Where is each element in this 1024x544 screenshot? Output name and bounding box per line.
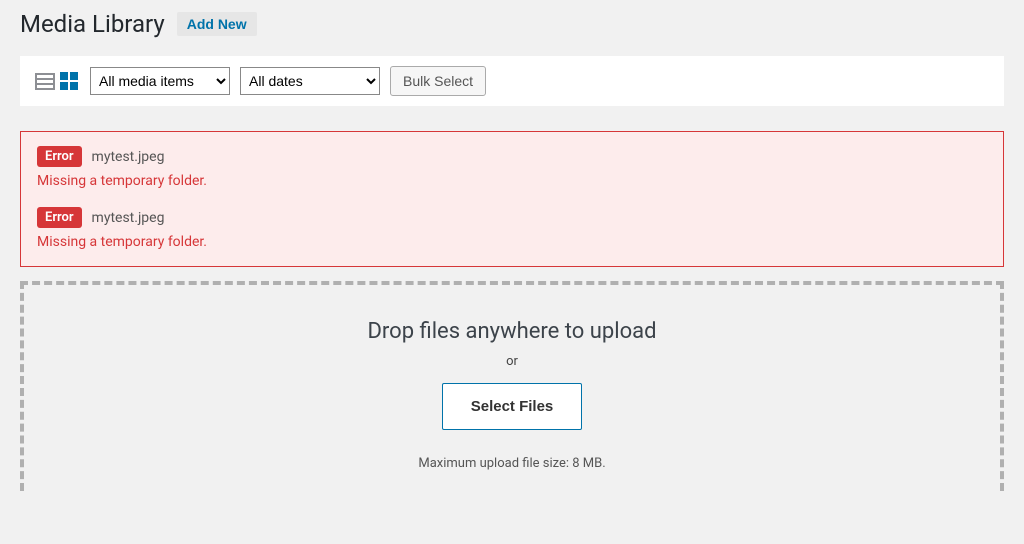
page-header: Media Library Add New	[20, 10, 1004, 38]
view-toggle	[34, 70, 80, 92]
upload-dropzone[interactable]: Drop files anywhere to upload or Select …	[20, 281, 1004, 491]
error-badge: Error	[37, 207, 82, 228]
list-icon	[35, 71, 55, 91]
max-upload-size: Maximum upload file size: 8 MB.	[44, 456, 980, 471]
error-message: Missing a temporary folder.	[37, 234, 987, 250]
media-toolbar: All media items All dates Bulk Select	[20, 56, 1004, 106]
error-item: Error mytest.jpeg Missing a temporary fo…	[37, 146, 987, 189]
grid-icon	[59, 71, 79, 91]
error-item: Error mytest.jpeg Missing a temporary fo…	[37, 207, 987, 250]
view-grid-button[interactable]	[58, 70, 80, 92]
bulk-select-button[interactable]: Bulk Select	[390, 66, 486, 96]
error-badge: Error	[37, 146, 82, 167]
filter-date[interactable]: All dates	[240, 67, 380, 95]
error-filename: mytest.jpeg	[92, 210, 165, 226]
select-files-button[interactable]: Select Files	[442, 383, 583, 430]
dropzone-or: or	[44, 354, 980, 369]
add-new-button[interactable]: Add New	[177, 12, 257, 36]
dropzone-title: Drop files anywhere to upload	[44, 319, 980, 344]
filter-media-type[interactable]: All media items	[90, 67, 230, 95]
error-filename: mytest.jpeg	[92, 149, 165, 165]
upload-error-notice: Error mytest.jpeg Missing a temporary fo…	[20, 131, 1004, 267]
view-list-button[interactable]	[34, 70, 56, 92]
page-title: Media Library	[20, 10, 165, 38]
error-message: Missing a temporary folder.	[37, 173, 987, 189]
